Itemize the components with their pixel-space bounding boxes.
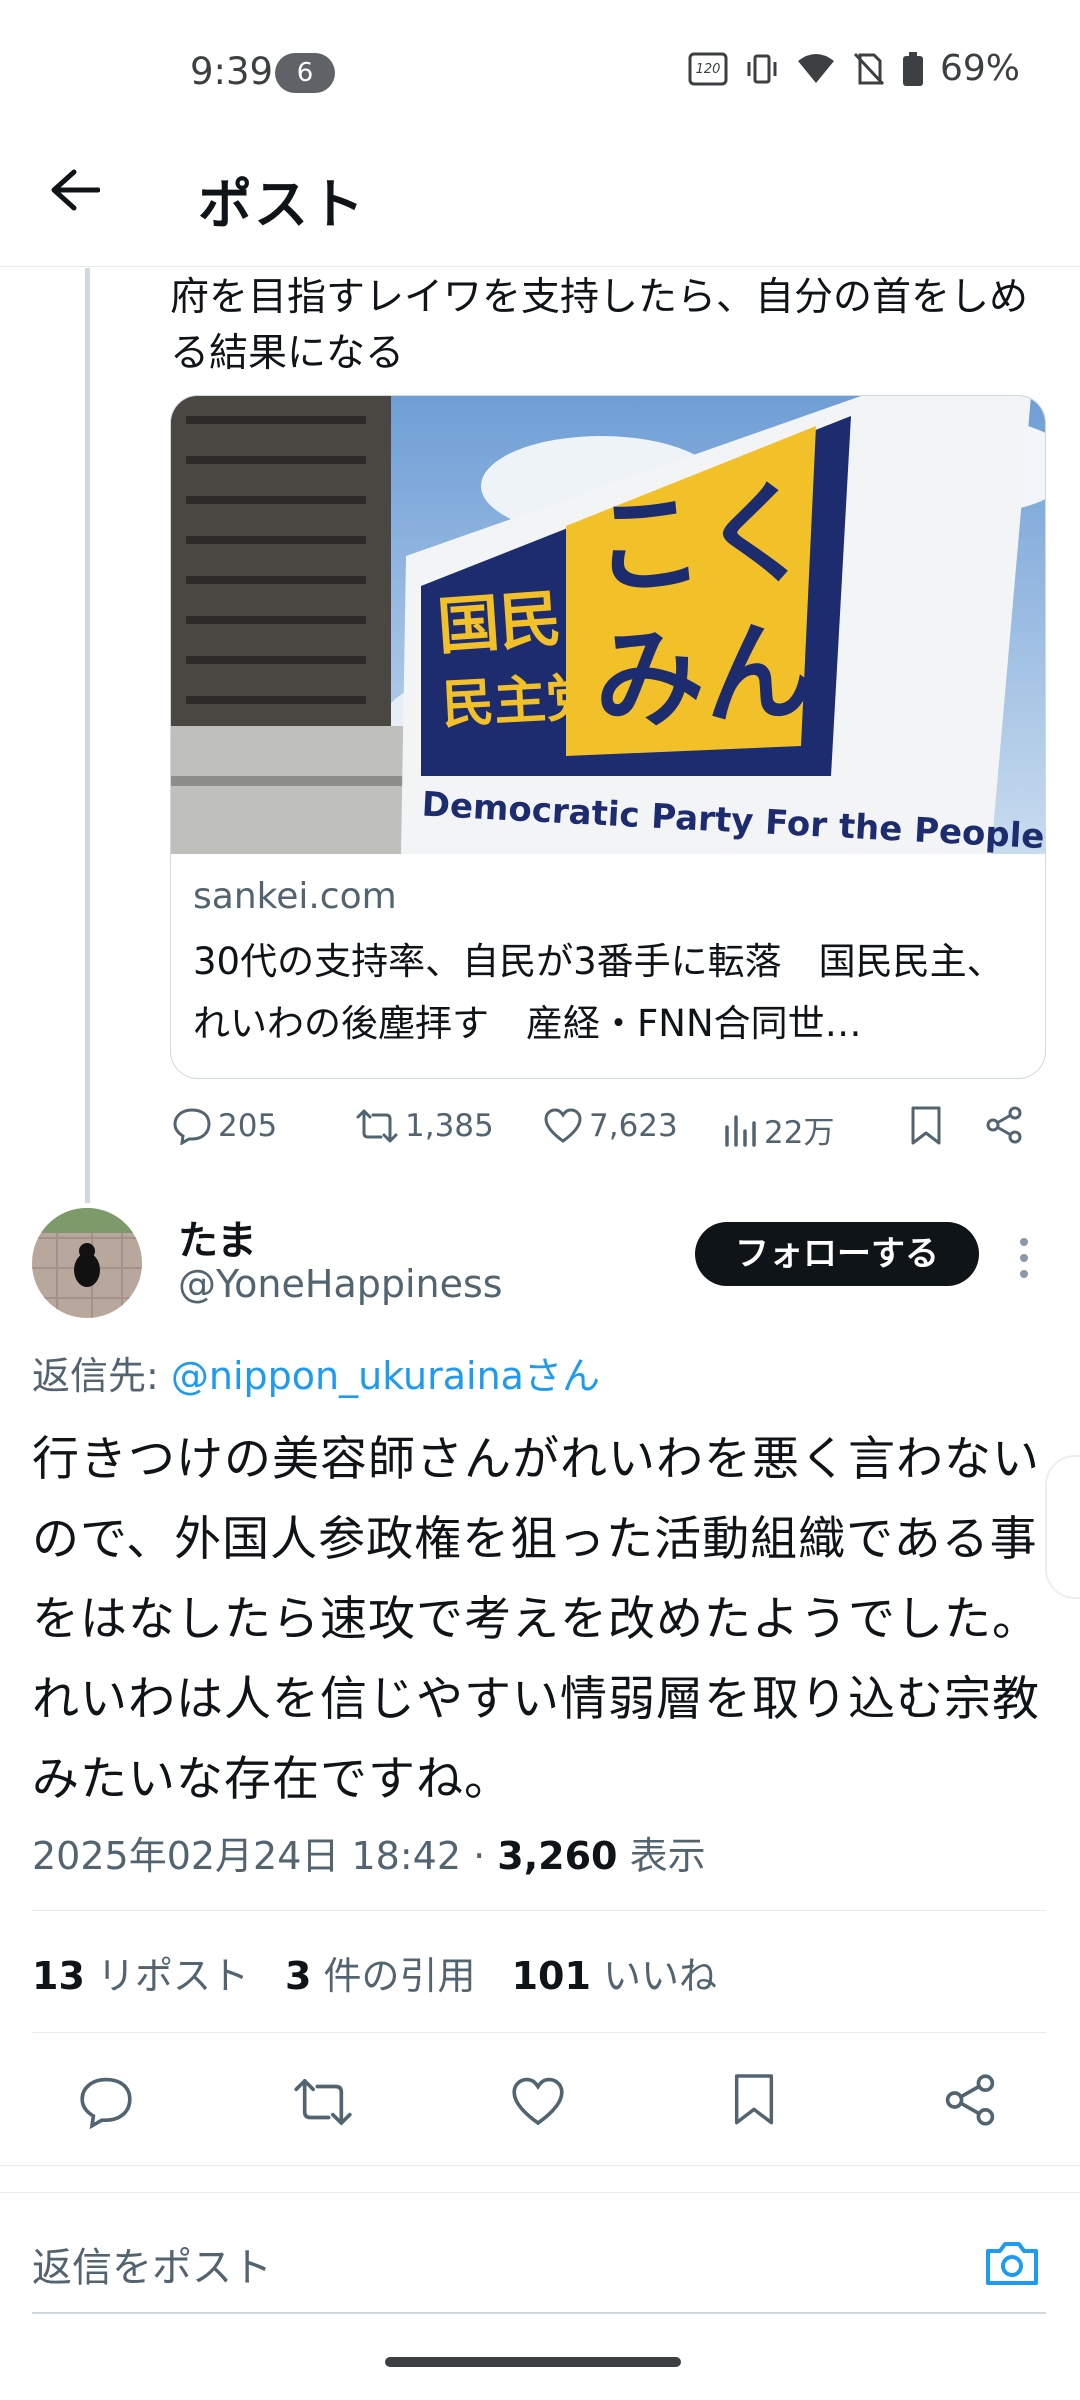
card-title: 30代の支持率、自民が3番手に転落 国民民主、れいわの後塵拝す 産経・FNN合同…	[193, 940, 1004, 1045]
camera-icon	[986, 2242, 1038, 2285]
svg-text:民主党: 民主党	[441, 667, 600, 735]
like-stat-label: いいね	[602, 1954, 717, 1998]
status-time: 9:39	[190, 50, 274, 93]
card-domain: sankei.com	[193, 876, 397, 917]
views-action[interactable]: 22万	[722, 1107, 834, 1152]
status-icons: 120 69%	[688, 48, 1020, 89]
camera-button[interactable]	[982, 2233, 1042, 2293]
view-count: 22万	[764, 1115, 835, 1151]
card-image: 国民 民主党 こく みん Democratic Party For the Pe…	[171, 396, 1045, 854]
user-handle[interactable]: @YoneHappiness	[178, 1262, 503, 1306]
divider	[0, 2165, 1080, 2166]
repost-stat[interactable]: 13 リポスト	[32, 1945, 249, 2000]
follow-button[interactable]: フォローする	[695, 1222, 979, 1286]
reply-count: 205	[218, 1108, 278, 1144]
post-view-label: 表示	[629, 1834, 706, 1878]
quote-stat-label: 件の引用	[323, 1954, 476, 1998]
thread-connector-line	[85, 268, 90, 1203]
bookmark-icon	[911, 1106, 941, 1145]
avatar-image	[32, 1208, 142, 1318]
post-timestamp: 2025年02月24日 18:42 ·	[32, 1834, 486, 1878]
quote-stat-count: 3	[285, 1954, 312, 1998]
divider	[0, 2192, 1080, 2193]
like-stat[interactable]: 101 いいね	[512, 1945, 717, 2000]
repost-action[interactable]: 1,385	[355, 1107, 494, 1145]
home-indicator[interactable]	[385, 2357, 681, 2367]
more-vertical-icon	[1020, 1238, 1028, 1278]
reply-to-handle-link[interactable]: @nippon_ukurainaさん	[171, 1354, 600, 1398]
quote-stat[interactable]: 3 件の引用	[285, 1945, 476, 2000]
bookmark-icon	[734, 2074, 774, 2125]
reply-button[interactable]	[78, 2075, 134, 2133]
page-title: ポスト	[198, 173, 366, 236]
arrow-left-icon	[51, 169, 100, 211]
repost-count: 1,385	[405, 1108, 494, 1144]
reply-input[interactable]: 返信をポスト	[32, 2235, 272, 2293]
share-icon	[986, 1106, 1022, 1144]
post-meta: 2025年02月24日 18:42 · 3,260 表示	[32, 1825, 706, 1880]
display-name[interactable]: たま	[178, 1208, 257, 1266]
post-view-count: 3,260	[497, 1834, 618, 1878]
edge-panel-handle[interactable]	[1045, 1455, 1080, 1599]
share-icon	[945, 2074, 995, 2126]
divider	[32, 2032, 1046, 2033]
more-options-button[interactable]	[1010, 1230, 1038, 1286]
heart-icon	[544, 1108, 582, 1143]
like-action[interactable]: 7,623	[543, 1107, 678, 1145]
composer-underline	[32, 2312, 1046, 2314]
reply-to-line: 返信先: @nippon_ukurainaさん	[32, 1345, 600, 1400]
divider	[32, 1910, 1046, 1911]
bookmark-button[interactable]	[908, 1105, 944, 1151]
no-sim-icon	[853, 52, 885, 85]
repost-icon	[356, 1109, 398, 1143]
reply-action[interactable]: 205	[172, 1107, 277, 1145]
like-button[interactable]	[510, 2075, 566, 2133]
repost-button[interactable]	[292, 2075, 354, 2133]
engagement-stats: 13 リポスト 3 件の引用 101 いいね	[32, 1945, 717, 2000]
sign-kanji-text: 国民	[435, 582, 564, 663]
share-button[interactable]	[942, 2072, 998, 2132]
comment-icon	[173, 1108, 211, 1145]
wifi-icon	[797, 53, 834, 83]
comment-icon	[80, 2077, 132, 2130]
battery-icon	[902, 51, 923, 86]
sign-kana-text: こく	[587, 467, 817, 614]
header-divider	[0, 266, 1080, 267]
like-stat-count: 101	[511, 1954, 591, 1998]
repost-stat-count: 13	[32, 1954, 85, 1998]
svg-text:120: 120	[696, 62, 721, 77]
bookmark-button[interactable]	[730, 2071, 778, 2133]
reply-to-label: 返信先:	[32, 1354, 159, 1398]
avatar[interactable]	[32, 1208, 142, 1318]
post-text: 行きつけの美容師さんがれいわを悪く言わないので、外国人参政権を狙った活動組織であ…	[32, 1432, 1040, 1807]
svg-text:みん: みん	[591, 607, 817, 746]
back-button[interactable]	[40, 155, 110, 225]
repost-icon	[294, 2079, 352, 2125]
repost-stat-label: リポスト	[96, 1954, 249, 1998]
share-button[interactable]	[984, 1105, 1024, 1149]
vibrate-icon	[747, 54, 777, 83]
like-count: 7,623	[589, 1108, 678, 1144]
bar-chart-icon	[725, 1114, 756, 1147]
heart-icon	[512, 2077, 564, 2126]
battery-percent: 69%	[939, 48, 1020, 89]
refresh-rate-icon: 120	[688, 52, 728, 85]
parent-post-text: 府を目指すレイワを支持したら、自分の首をしめる結果になる	[170, 275, 1029, 376]
link-card[interactable]: 国民 民主党 こく みん Democratic Party For the Pe…	[170, 395, 1046, 1079]
notification-count-badge: 6	[275, 53, 335, 93]
